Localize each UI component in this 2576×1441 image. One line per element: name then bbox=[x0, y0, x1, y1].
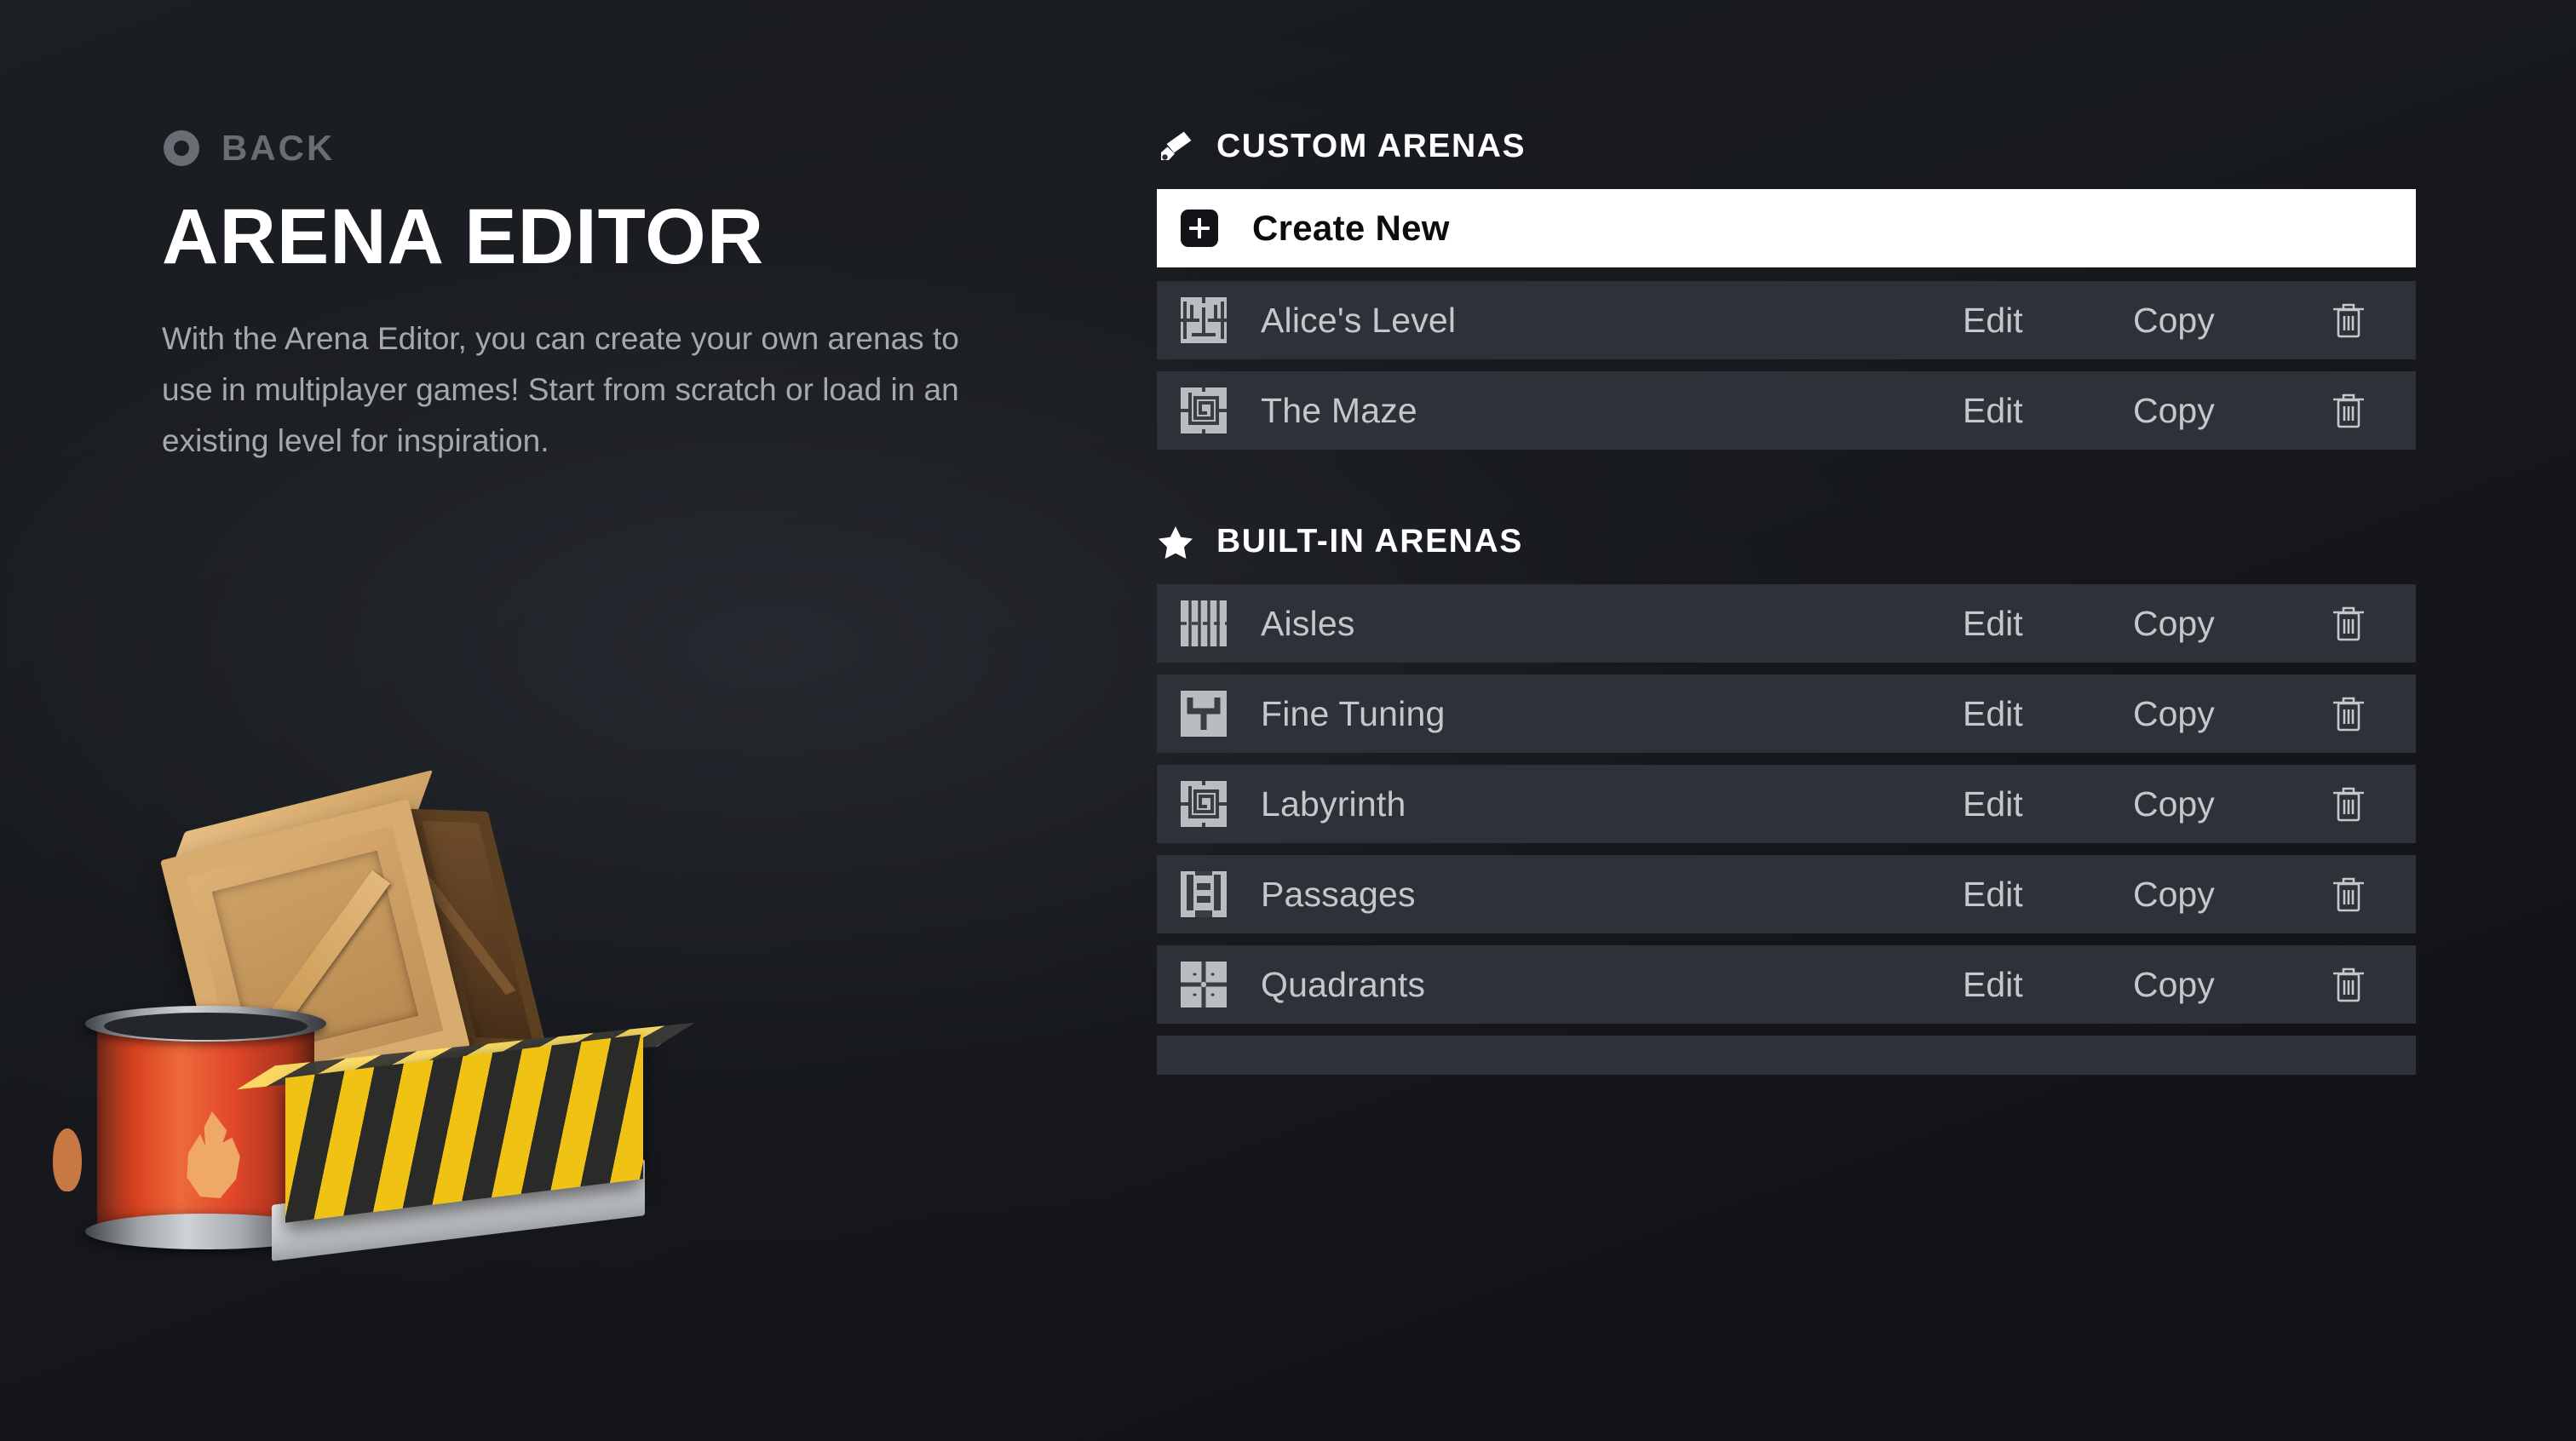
arena-name: Passages bbox=[1261, 874, 1416, 914]
copy-button[interactable]: Copy bbox=[2133, 694, 2329, 734]
table-row[interactable]: Alice's Level Edit Copy bbox=[1157, 281, 2416, 359]
target-circle-icon bbox=[162, 129, 201, 168]
create-new-label: Create New bbox=[1252, 208, 1450, 248]
arena-list-panel: CUSTOM ARENAS Create New Alice's Level E… bbox=[1157, 128, 2416, 1075]
section-header-custom-arenas: CUSTOM ARENAS bbox=[1157, 128, 2416, 165]
arena-name: The Maze bbox=[1261, 390, 1417, 430]
trash-icon[interactable] bbox=[2329, 962, 2368, 1007]
page-description: With the Arena Editor, you can create yo… bbox=[162, 321, 959, 458]
edit-button[interactable]: Edit bbox=[1963, 604, 2133, 644]
plus-square-icon bbox=[1181, 210, 1218, 247]
section-header-built-in-arenas: BUILT-IN ARENAS bbox=[1157, 523, 2416, 560]
barrel-opening bbox=[104, 1013, 308, 1040]
rooms-map-icon bbox=[1181, 297, 1227, 343]
copy-button[interactable]: Copy bbox=[2133, 965, 2329, 1005]
page-title: ARENA EDITOR bbox=[162, 193, 765, 280]
section-label: CUSTOM ARENAS bbox=[1216, 128, 1527, 164]
copy-button[interactable]: Copy bbox=[2133, 301, 2329, 341]
trash-icon[interactable] bbox=[2329, 601, 2368, 646]
arena-name: Aisles bbox=[1261, 603, 1355, 643]
passages-map-icon bbox=[1181, 871, 1227, 917]
copy-button[interactable]: Copy bbox=[2133, 875, 2329, 915]
trash-icon[interactable] bbox=[2329, 298, 2368, 342]
flame-icon bbox=[187, 1111, 240, 1198]
edit-button[interactable]: Edit bbox=[1963, 301, 2133, 341]
edit-button[interactable]: Edit bbox=[1963, 391, 2133, 431]
arena-name: Alice's Level bbox=[1261, 300, 1457, 340]
section-label: BUILT-IN ARENAS bbox=[1216, 523, 1523, 560]
table-row[interactable]: Fine Tuning Edit Copy bbox=[1157, 675, 2416, 753]
trash-icon[interactable] bbox=[2329, 692, 2368, 736]
tuning-fork-map-icon bbox=[1181, 691, 1227, 737]
custom-arena-list: Alice's Level Edit Copy The Maze Edit Co… bbox=[1157, 281, 2416, 450]
aisles-map-icon bbox=[1181, 600, 1227, 646]
copy-button[interactable]: Copy bbox=[2133, 391, 2329, 431]
spiral-map-icon bbox=[1181, 781, 1227, 827]
edit-button[interactable]: Edit bbox=[1963, 965, 2133, 1005]
star-icon bbox=[1157, 523, 1194, 560]
hazard-barrier-prop bbox=[237, 1022, 695, 1269]
edit-button[interactable]: Edit bbox=[1963, 694, 2133, 734]
trash-icon[interactable] bbox=[2329, 872, 2368, 916]
table-row[interactable]: Labyrinth Edit Copy bbox=[1157, 765, 2416, 843]
arena-name: Labyrinth bbox=[1261, 784, 1406, 824]
back-button[interactable]: BACK bbox=[162, 128, 1048, 169]
spiral-map-icon bbox=[1181, 388, 1227, 433]
table-row[interactable]: Aisles Edit Copy bbox=[1157, 584, 2416, 663]
copy-button[interactable]: Copy bbox=[2133, 784, 2329, 824]
edit-button[interactable]: Edit bbox=[1963, 784, 2133, 824]
barrel-body bbox=[53, 1019, 314, 1232]
table-row[interactable]: Passages Edit Copy bbox=[1157, 855, 2416, 933]
back-label: BACK bbox=[221, 128, 336, 168]
trash-icon[interactable] bbox=[2329, 388, 2368, 433]
trash-icon[interactable] bbox=[2329, 782, 2368, 826]
barrel-flame-secondary-icon bbox=[53, 1128, 82, 1191]
arena-name: Quadrants bbox=[1261, 964, 1426, 1004]
create-new-button[interactable]: Create New bbox=[1157, 189, 2416, 267]
quadrants-map-icon bbox=[1181, 962, 1227, 1008]
table-row[interactable]: Quadrants Edit Copy bbox=[1157, 945, 2416, 1024]
table-row[interactable]: The Maze Edit Copy bbox=[1157, 371, 2416, 450]
edit-button[interactable]: Edit bbox=[1963, 875, 2133, 915]
arena-name: Fine Tuning bbox=[1261, 693, 1446, 733]
props-illustration bbox=[53, 770, 801, 1371]
built-in-arena-list: Aisles Edit Copy Fine Tuning Edit Copy L… bbox=[1157, 584, 2416, 1075]
table-row-partial[interactable] bbox=[1157, 1036, 2416, 1075]
paintbrush-icon bbox=[1157, 128, 1194, 165]
left-panel: BACK ARENA EDITOR With the Arena Editor,… bbox=[162, 128, 1048, 467]
copy-button[interactable]: Copy bbox=[2133, 604, 2329, 644]
